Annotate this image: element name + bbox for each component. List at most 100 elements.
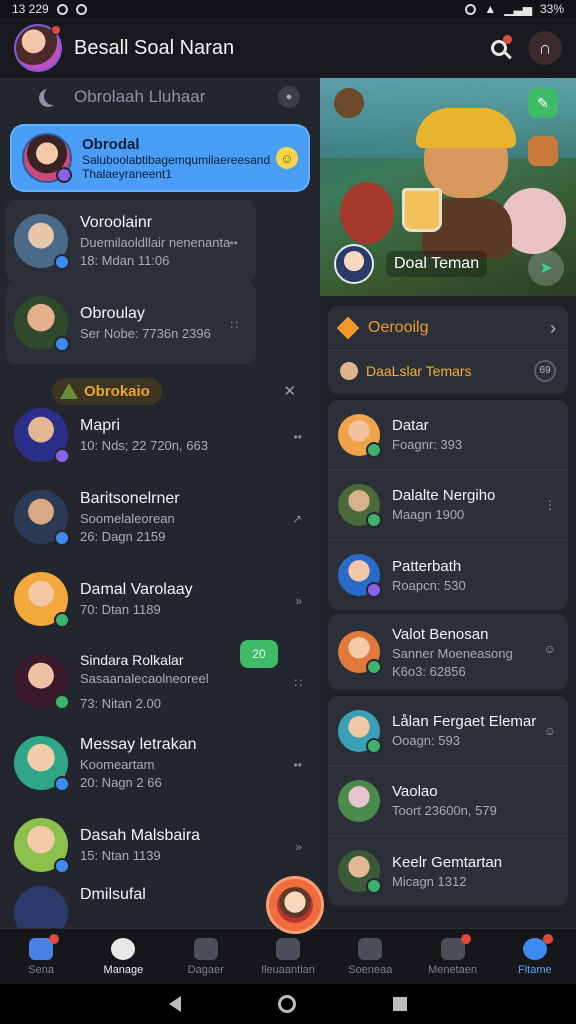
- chevron-right-icon[interactable]: ›: [550, 318, 556, 339]
- contact-row[interactable]: Patterbath Roapcn: 530: [328, 540, 568, 610]
- profile-icon: [522, 933, 553, 960]
- share-icon[interactable]: ➤: [528, 250, 564, 286]
- more-icon[interactable]: ••: [230, 236, 238, 250]
- avatar: [338, 709, 382, 754]
- home-button-icon[interactable]: [277, 995, 296, 1013]
- status-dot: [54, 448, 70, 464]
- avatar: [14, 818, 70, 874]
- contact-name: Datar: [392, 417, 429, 434]
- promo-banner[interactable]: ✎ Doal Teman ➤: [320, 78, 576, 296]
- nav-item-manage[interactable]: Manage: [82, 929, 164, 984]
- avatar: [334, 244, 374, 284]
- more-icon[interactable]: ∷: [230, 318, 238, 332]
- profile-button[interactable]: ∩: [528, 31, 562, 65]
- more-icon[interactable]: ∷: [294, 676, 302, 690]
- forward-icon[interactable]: »: [295, 840, 302, 854]
- nav-label: Soeneaa: [348, 963, 393, 976]
- nav-item-3[interactable]: Dagaer: [165, 929, 247, 984]
- status-dot: [54, 858, 70, 874]
- status-dot: [54, 776, 70, 792]
- avatar: [340, 361, 358, 380]
- avatar-icon: [358, 937, 383, 960]
- user-avatar[interactable]: [14, 24, 62, 72]
- avatar: [14, 572, 70, 628]
- contact-row[interactable]: Datar Foagnr: 393: [328, 400, 568, 470]
- character-icon[interactable]: [334, 88, 364, 118]
- arrow-icon[interactable]: ↗: [292, 512, 302, 526]
- nav-item-7[interactable]: Fltame: [494, 929, 576, 984]
- edit-icon[interactable]: ✎: [528, 88, 558, 118]
- more-icon[interactable]: ••: [294, 758, 302, 772]
- nav-item-4[interactable]: Ileuaantian: [247, 929, 329, 984]
- status-dot: [366, 659, 382, 675]
- diamond-icon: [336, 316, 360, 340]
- list-item[interactable]: Voroolainr Duemilaoldllair nenenanta 18:…: [6, 200, 256, 282]
- subheader-label: Obrolaah Lluhaar: [74, 87, 206, 106]
- avatar: [338, 554, 382, 598]
- contact-row[interactable]: Vaolao Toort 23600n, 579: [328, 766, 568, 836]
- fox-illustration: [402, 108, 526, 258]
- contact-card: Datar Foagnr: 393 Dalalte Nergiho Maagn …: [328, 400, 568, 610]
- nav-item-6[interactable]: Menetaen: [411, 929, 493, 984]
- list-item[interactable]: Obroulay Ser Nobe: 7736n 2396 ∷: [6, 282, 256, 364]
- banner-label: Doal Teman: [386, 251, 488, 277]
- contact-card: Lålan Fergaet Elemar Ooagn: 593 ☺ Vaolao…: [328, 696, 568, 906]
- nav-item-5[interactable]: Soeneaa: [329, 929, 411, 984]
- list-item[interactable]: Damal Varolaay 70: Dtan 1189 »: [0, 558, 320, 640]
- nav-label: Ileuaantian: [261, 963, 315, 976]
- chat-time: 18: Mdan 11:06: [80, 253, 170, 268]
- status-dot: [54, 254, 70, 270]
- contact-row[interactable]: Lålan Fergaet Elemar Ooagn: 593 ☺: [328, 696, 568, 766]
- filter-button[interactable]: ●: [278, 86, 300, 108]
- profile-fab[interactable]: [266, 876, 324, 934]
- emoji-icon[interactable]: ☺: [544, 724, 556, 738]
- wifi-icon: ▲: [484, 2, 497, 16]
- group-card[interactable]: Oerooilg › DaaLslar Temars 69: [328, 306, 568, 394]
- avatar: [338, 850, 382, 894]
- recents-icon[interactable]: [393, 997, 408, 1011]
- status-dot: [54, 694, 70, 710]
- sticker-icon[interactable]: [528, 136, 558, 166]
- avatar: [14, 296, 70, 352]
- list-item[interactable]: Sindara Rolkalar Sasaanalecaolneoreel 73…: [0, 640, 320, 722]
- member-count: 69: [534, 359, 556, 382]
- contact-row[interactable]: Dalalte Nergiho Maagn 1900 ⋮: [328, 470, 568, 540]
- more-icon[interactable]: ••: [294, 430, 302, 444]
- avatar: [338, 779, 380, 822]
- back-icon[interactable]: [168, 996, 181, 1012]
- chat-subheader: Obrolaah Lluhaar ●: [0, 78, 320, 116]
- forward-icon[interactable]: »: [295, 594, 302, 608]
- list-item[interactable]: Messay letrakan Koomeartam 20: Nagn 2 66…: [0, 722, 320, 804]
- call-badge[interactable]: 20: [240, 640, 278, 668]
- alarm-icon: [465, 3, 477, 15]
- list-item[interactable]: Dasah Malsbaira 15: Ntan 1139 »: [0, 804, 320, 886]
- nav-label: Sena: [28, 963, 54, 976]
- more-icon[interactable]: ⋮: [544, 498, 556, 512]
- status-dot: [54, 530, 70, 546]
- nav-item-home[interactable]: Sena: [0, 929, 82, 984]
- contact-sub: Ooagn: 593: [392, 733, 460, 748]
- bottom-nav: Sena Manage Dagaer Ileuaantian Soeneaa M…: [0, 928, 576, 984]
- list-item[interactable]: Mapri 10: Nds; 22 720n, 663 ••: [0, 394, 320, 476]
- contact-name: Lålan Fergaet Elemar: [392, 713, 537, 730]
- chat-message: Soomelaleorean: [80, 511, 175, 526]
- contact-row[interactable]: Valot Benosan Sanner Moeneasong K6o3: 62…: [328, 614, 568, 690]
- chat-message-2: Thalaeyraneent1: [82, 166, 173, 181]
- emoji-icon[interactable]: ☺: [544, 642, 556, 656]
- search-button[interactable]: [482, 31, 516, 65]
- avatar: [338, 483, 382, 528]
- app-header: Besall Soal Naran ∩: [0, 18, 576, 78]
- nav-label: Manage: [103, 963, 144, 976]
- contact-row[interactable]: Keelr Gemtartan Micagn 1312: [328, 836, 568, 906]
- active-chat[interactable]: Obrodal Saluboolabtibagemqumilaereesand …: [12, 126, 308, 190]
- list-item[interactable]: Baritsonelrner Soomelaleorean 26: Dagn 2…: [0, 476, 320, 558]
- emoji-icon[interactable]: ☺: [276, 147, 298, 169]
- chat-time: 20: Nagn 2 66: [80, 775, 162, 790]
- avatar: [14, 408, 70, 464]
- side-pane: ✎ Doal Teman ➤ Oerooilg › DaaLslar Temar…: [320, 78, 576, 928]
- notification-badge: [51, 25, 61, 35]
- avatar: [338, 413, 382, 458]
- sync-icon: [75, 3, 87, 15]
- contact-sub: Foagnr: 393: [392, 437, 463, 452]
- avatar: [277, 887, 313, 923]
